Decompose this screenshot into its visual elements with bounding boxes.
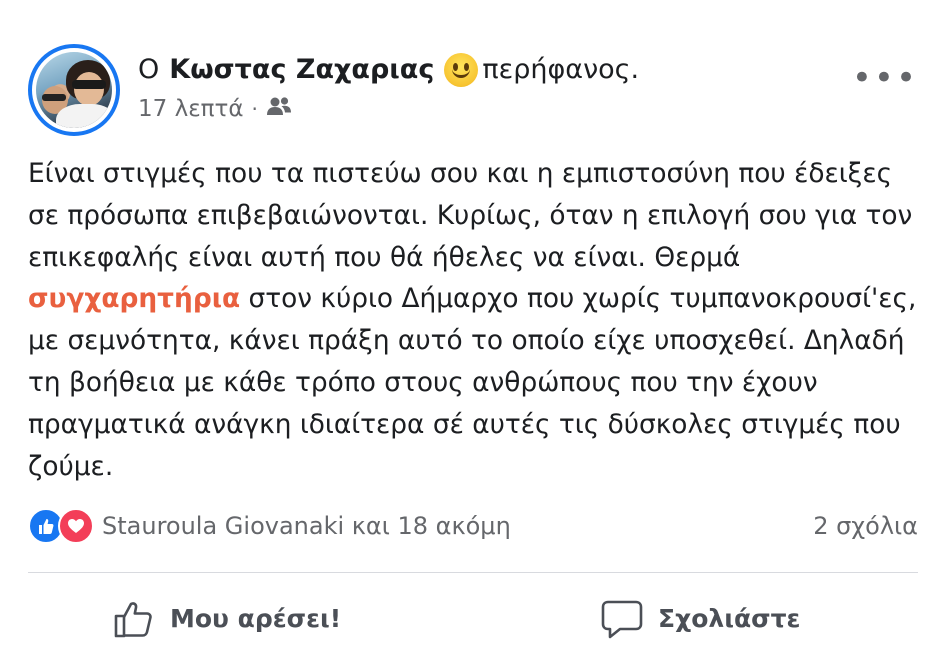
post-meta: 17 λεπτά · bbox=[138, 95, 292, 123]
highlighted-word: συγχαρητήρια bbox=[28, 283, 241, 315]
reactions-summary[interactable]: Stauroula Giovanaki και 18 ακόμη bbox=[28, 508, 511, 544]
divider bbox=[28, 572, 918, 573]
meta-separator: · bbox=[251, 97, 258, 121]
post-text-part-1: Είναι στιγμές που τα πιστεύω σου και η ε… bbox=[28, 158, 913, 273]
smiling-face-icon bbox=[444, 53, 479, 87]
friends-audience-icon[interactable] bbox=[266, 95, 292, 123]
feeling-text: περήφανος. bbox=[482, 54, 640, 85]
comment-button-label: Σχολιάστε bbox=[658, 603, 801, 633]
more-options-button[interactable]: ••• bbox=[852, 58, 918, 98]
avatar-photo bbox=[36, 52, 112, 128]
reactors-text[interactable]: Stauroula Giovanaki και 18 ακόμη bbox=[102, 512, 511, 540]
author-avatar[interactable] bbox=[28, 44, 120, 136]
author-prefix: Ο bbox=[138, 54, 160, 85]
like-button-label: Μου αρέσει! bbox=[170, 603, 342, 633]
comment-button[interactable]: Σχολιάστε bbox=[600, 596, 800, 640]
love-icon bbox=[58, 508, 94, 544]
post-timestamp[interactable]: 17 λεπτά bbox=[138, 96, 243, 122]
post-header: Ο Κωστας Ζαχαριας περήφανος. bbox=[138, 50, 639, 90]
comments-count[interactable]: 2 σχόλια bbox=[813, 508, 918, 544]
post-text: Είναι στιγμές που τα πιστεύω σου και η ε… bbox=[28, 153, 918, 487]
like-button[interactable]: Μου αρέσει! bbox=[112, 596, 341, 640]
author-name-link[interactable]: Κωστας Ζαχαριας bbox=[169, 50, 434, 90]
thumbs-up-icon bbox=[114, 602, 152, 638]
comment-bubble-icon bbox=[601, 600, 643, 639]
